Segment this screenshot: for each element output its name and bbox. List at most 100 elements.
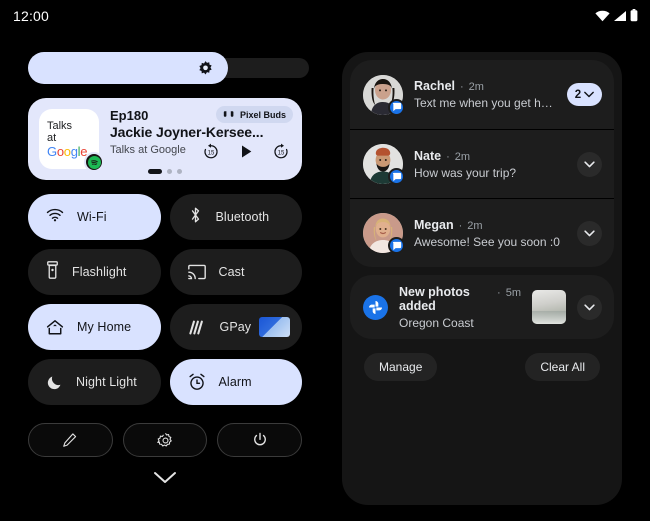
media-controls: 15 15: [202, 142, 290, 160]
bluetooth-icon: [188, 206, 203, 229]
notification-time: 2m: [455, 151, 470, 163]
album-art-line2: at: [47, 132, 99, 144]
notification-panel: Rachel · 2m Text me when you get here! 2: [342, 52, 622, 505]
notification-separator: ·: [446, 151, 450, 163]
media-app-name: Talks at Google: [110, 144, 186, 156]
payment-card-thumbnail: [259, 317, 290, 337]
page-dot[interactable]: [167, 169, 172, 174]
tile-label: Wi-Fi: [77, 210, 107, 224]
media-page-dots: [28, 169, 302, 174]
chevron-down-icon: [584, 91, 594, 98]
notification-message: Awesome! See you soon :0: [414, 235, 566, 249]
notification-row[interactable]: Nate · 2m How was your trip?: [350, 129, 614, 198]
cast-icon: [188, 264, 206, 280]
notification-row[interactable]: Megan · 2m Awesome! See you soon :0: [350, 198, 614, 267]
tile-gpay[interactable]: GPay: [170, 304, 303, 350]
notification-header: Nate · 2m: [414, 149, 566, 163]
tile-cast[interactable]: Cast: [170, 249, 303, 295]
moon-icon: [46, 374, 63, 391]
tile-wifi[interactable]: Wi-Fi: [28, 194, 161, 240]
quick-settings-screen: 12:00: [0, 0, 650, 521]
manage-button[interactable]: Manage: [364, 353, 437, 381]
chevron-down-icon: [584, 161, 595, 168]
battery-icon: [630, 9, 638, 27]
photos-notification-subtitle: Oregon Coast: [399, 316, 521, 330]
settings-button[interactable]: [123, 423, 208, 457]
clear-all-button[interactable]: Clear All: [525, 353, 600, 381]
page-dot-active[interactable]: [148, 169, 162, 174]
collapse-handle[interactable]: [0, 471, 330, 484]
wifi-icon: [46, 208, 64, 227]
notification-count: 2: [575, 89, 581, 101]
quick-settings-column: Talks at Google Ep180 Jackie Joyner-Kers…: [0, 40, 330, 484]
message-notification-group: Rachel · 2m Text me when you get here! 2: [350, 60, 614, 267]
brightness-fill[interactable]: [28, 52, 228, 84]
rewind-15-icon[interactable]: 15: [202, 142, 220, 160]
output-device-chip[interactable]: Pixel Buds: [216, 106, 293, 123]
photo-thumbnail[interactable]: [532, 290, 566, 324]
messages-icon: [388, 237, 405, 254]
svg-text:15: 15: [208, 150, 215, 156]
messages-icon: [388, 99, 405, 116]
notification-row-photos[interactable]: New photos added · 5m Oregon Coast: [350, 275, 614, 339]
notification-separator: ·: [460, 81, 464, 93]
flashlight-icon: [46, 261, 59, 284]
quick-settings-footer: [28, 423, 302, 457]
notification-text: Rachel · 2m Text me when you get here!: [414, 79, 556, 110]
notification-separator: ·: [459, 220, 463, 232]
chevron-down-icon: [584, 304, 595, 311]
alarm-icon: [188, 373, 206, 391]
notification-expand-button[interactable]: [577, 152, 602, 177]
notification-count-expand[interactable]: 2: [567, 83, 602, 106]
chevron-down-icon: [584, 230, 595, 237]
earbuds-icon: [223, 110, 236, 119]
media-episode: Ep180: [110, 108, 148, 123]
avatar: [363, 144, 403, 184]
photos-notification-group: New photos added · 5m Oregon Coast: [350, 275, 614, 339]
forward-15-icon[interactable]: 15: [272, 142, 290, 160]
chevron-down-icon: [153, 471, 177, 484]
notification-message: Text me when you get here!: [414, 96, 556, 110]
svg-text:15: 15: [278, 150, 285, 156]
notification-header: Megan · 2m: [414, 218, 566, 232]
media-player-card[interactable]: Talks at Google Ep180 Jackie Joyner-Kers…: [28, 98, 302, 180]
tile-night-light[interactable]: Night Light: [28, 359, 161, 405]
messages-icon: [388, 168, 405, 185]
avatar: [363, 213, 403, 253]
gear-icon: [157, 432, 174, 449]
gpay-icon: [188, 320, 207, 335]
photos-notification-header: New photos added · 5m: [399, 285, 521, 313]
power-button[interactable]: [217, 423, 302, 457]
notification-sender: Nate: [414, 149, 441, 163]
play-icon[interactable]: [238, 143, 254, 160]
avatar: [363, 75, 403, 115]
status-bar: 12:00: [0, 0, 650, 34]
power-icon: [252, 432, 268, 448]
quick-settings-tiles: Wi-Fi Bluetooth Flashl: [28, 194, 302, 405]
notification-header: Rachel · 2m: [414, 79, 556, 93]
tile-bluetooth[interactable]: Bluetooth: [170, 194, 303, 240]
tile-label: Cast: [219, 265, 245, 279]
notification-sender: Megan: [414, 218, 454, 232]
brightness-slider[interactable]: [28, 52, 302, 84]
tile-flashlight[interactable]: Flashlight: [28, 249, 161, 295]
notification-text: Nate · 2m How was your trip?: [414, 149, 566, 180]
status-bar-clock: 12:00: [13, 8, 49, 24]
notification-row[interactable]: Rachel · 2m Text me when you get here! 2: [350, 60, 614, 129]
pencil-icon: [62, 432, 78, 448]
tile-my-home[interactable]: My Home: [28, 304, 161, 350]
notification-sender: Rachel: [414, 79, 455, 93]
notification-text: Megan · 2m Awesome! See you soon :0: [414, 218, 566, 249]
edit-button[interactable]: [28, 423, 113, 457]
notification-time: 2m: [467, 220, 482, 232]
notification-expand-button[interactable]: [577, 295, 602, 320]
tile-alarm[interactable]: Alarm: [170, 359, 303, 405]
page-dot[interactable]: [177, 169, 182, 174]
output-device-label: Pixel Buds: [240, 110, 286, 120]
media-title: Jackie Joyner-Kersee...: [110, 124, 263, 140]
tile-label: Night Light: [76, 375, 137, 389]
photos-notification-title: New photos added: [399, 285, 492, 313]
notification-expand-button[interactable]: [577, 221, 602, 246]
home-icon: [46, 319, 64, 336]
notification-separator: ·: [497, 287, 501, 299]
